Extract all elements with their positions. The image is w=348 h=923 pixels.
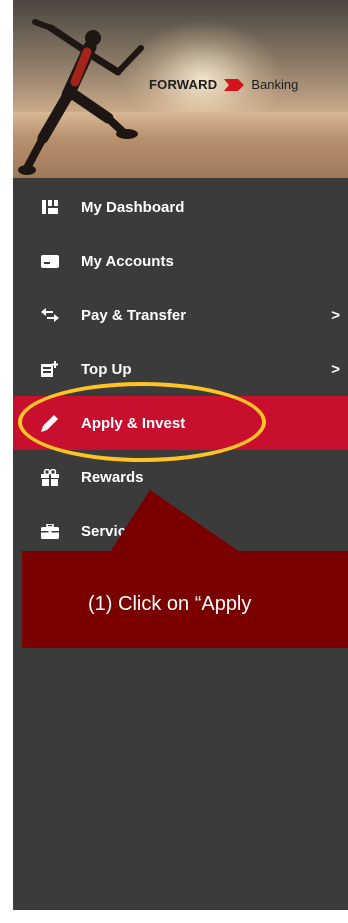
- brand-forward-text: FORWARD: [149, 77, 218, 92]
- briefcase-icon: [41, 522, 59, 540]
- hero-banner: FORWARD Banking: [13, 0, 348, 178]
- nav-item-label: Rewards: [81, 468, 144, 486]
- nav-item-services[interactable]: Services: [13, 504, 348, 558]
- nav-item-pay-transfer[interactable]: Pay & Transfer >: [13, 288, 348, 342]
- callout-text: (1) Click on “Apply: [88, 593, 252, 615]
- brand-banking-text: Banking: [251, 77, 299, 92]
- topup-icon: [41, 360, 59, 378]
- instruction-callout: (1) Click on “Apply: [22, 551, 348, 648]
- nav-item-label: My Accounts: [81, 252, 174, 270]
- chevron-right-icon: >: [331, 360, 340, 378]
- nav-item-label: Pay & Transfer: [81, 306, 187, 324]
- transfer-icon: [41, 306, 59, 324]
- nav-item-label: Services: [81, 522, 143, 540]
- highlight-ring: [18, 382, 266, 462]
- brand-flag-icon: [224, 78, 245, 91]
- gift-icon: [41, 468, 59, 486]
- nav-item-label: My Dashboard: [81, 198, 185, 216]
- nav-menu: My Dashboard My Accounts Pay & Transfer …: [13, 180, 348, 558]
- nav-item-my-accounts[interactable]: My Accounts: [13, 234, 348, 288]
- chevron-right-icon: >: [331, 306, 340, 324]
- card-icon: [41, 252, 59, 270]
- brand-logo: FORWARD Banking: [149, 77, 298, 92]
- nav-item-label: Top Up: [81, 360, 132, 378]
- dashboard-icon: [41, 198, 59, 216]
- nav-item-my-dashboard[interactable]: My Dashboard: [13, 180, 348, 234]
